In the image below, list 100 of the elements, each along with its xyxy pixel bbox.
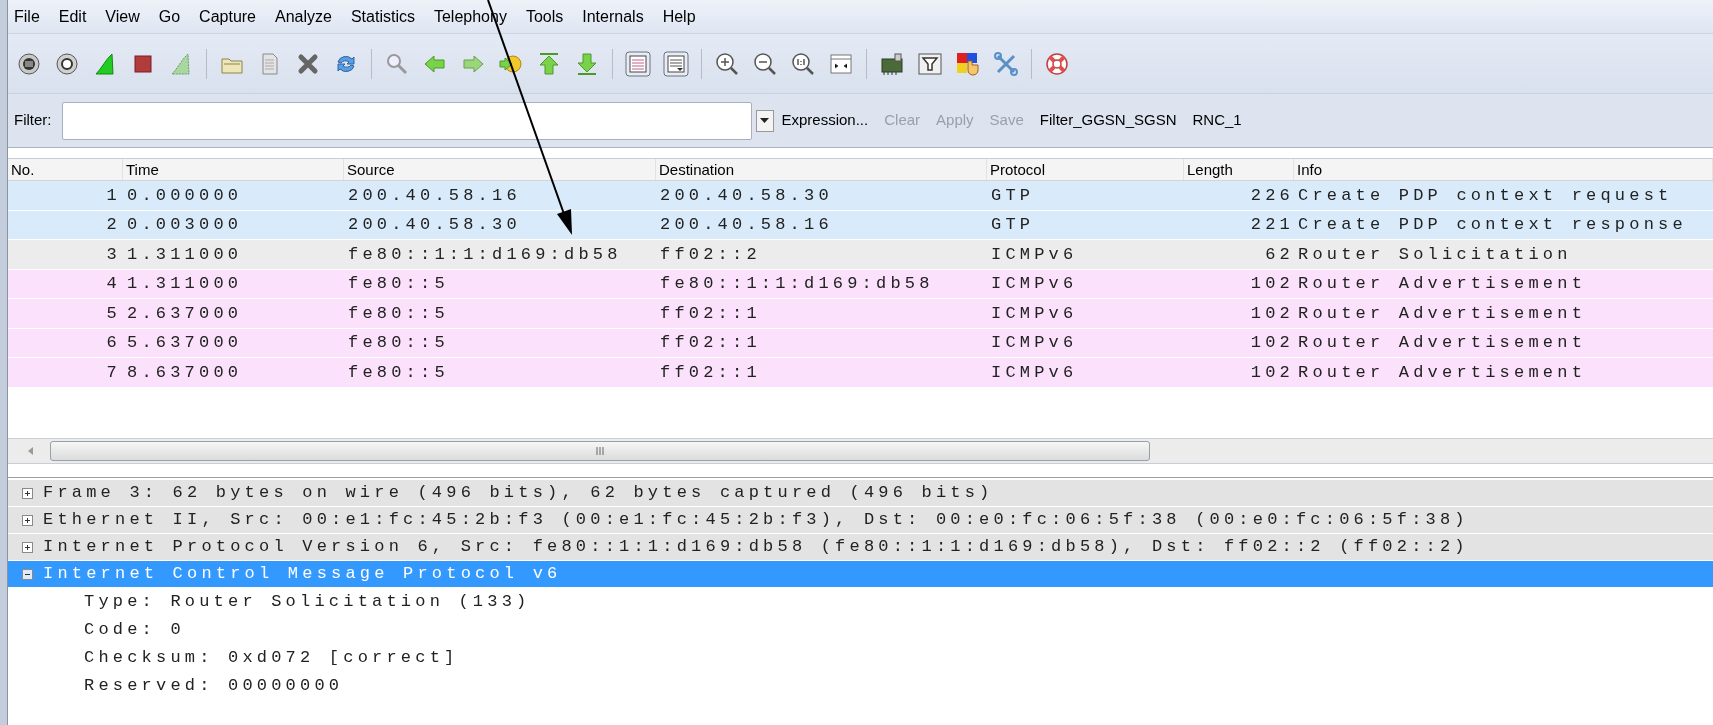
pointing-hand-icon[interactable] [955,50,981,77]
table-cell-text: 200.40.58.30 [348,214,521,236]
zoom-out-icon[interactable] [752,50,778,77]
expand-icon[interactable] [22,514,33,526]
table-cell-text: fe80::1:1:d169:db58 [660,273,934,295]
table-cell-text: fe80::5 [348,361,449,384]
saved-filter-button[interactable]: Filter_GGSN_SGSN [1039,109,1177,132]
table-cell-text: 4 [106,273,121,295]
menu-item[interactable]: Internals [582,4,644,29]
menu-item[interactable]: Capture [199,4,256,29]
table-row[interactable]: 1 0.000000 200.40.58.16 200.40.58.30 GTP 226 Create PDP context request [8,181,1713,211]
menu-item[interactable]: View [105,4,140,29]
collapse-icon[interactable] [22,568,33,580]
tree-row[interactable]: Ethernet II, Src: 00:e1:fc:45:2b:f3 (00:e1:fc:45:2b:f3), Dst: 00:e0:fc:06:5f:38 (00:e0:fc:06:5f:38) [8,507,1713,534]
column-header[interactable]: Time [123,159,344,180]
table-cell-text: 102 [1250,332,1294,354]
table-row[interactable]: 3 1.311000 fe80::1:1:d169:db58 ff02::2 ICMPv6 62 Router Solicitation [8,240,1713,270]
menu-item[interactable]: File [14,4,40,29]
table-cell-text: Router Advertisement [1298,361,1587,384]
column-header[interactable]: Protocol [987,159,1184,180]
table-cell-text: Router Advertisement [1298,302,1587,325]
table-cell-text: ff02::2 [660,243,761,266]
table-cell-text: 7 [106,361,121,384]
table-row[interactable]: 2 0.003000 200.40.58.30 200.40.58.16 GTP 221 Create PDP context response [8,210,1713,240]
tree-item-text: Reserved: 00000000 [84,675,344,698]
table-cell-text: 1 [106,184,121,207]
table-cell-text: 221 [1250,214,1294,236]
table-cell-text: ff02::1 [660,302,761,325]
expand-icon[interactable] [22,487,33,499]
table-cell-text: Router Solicitation [1298,243,1572,266]
horizontal-scrollbar[interactable] [8,438,1713,464]
caret-icon [760,118,769,123]
table-cell-text: fe80::5 [348,273,449,295]
table-cell-text: 102 [1250,361,1294,384]
table-cell-text: 2 [106,214,121,236]
tree-item-text: Ethernet II, Src: 00:e1:fc:45:2b:f3 (00:e1:fc:45:2b:f3), Dst: 00:e0:fc:06:5f:38 (00:e0:fc:06:5f:38) [43,509,1469,532]
table-cell-text: ICMPv6 [991,361,1078,384]
menu-item[interactable]: Analyze [275,4,332,29]
table-cell-text: 102 [1250,302,1294,325]
column-header[interactable]: Source [344,159,656,180]
tree-row[interactable]: Frame 3: 62 bytes on wire (496 bits), 62 bytes captured (496 bits) [8,480,1713,507]
table-cell-text: Router Advertisement [1298,332,1587,354]
tree-item-text: Internet Control Message Protocol v6 [43,563,562,586]
table-cell-text: 102 [1250,273,1294,295]
table-cell-text: Create PDP context request [1298,184,1673,207]
scrollbar-thumb[interactable] [50,441,1150,461]
table-cell-text: fe80::1:1:d169:db58 [348,243,622,266]
table-row[interactable]: 5 2.637000 fe80::5 ff02::1 ICMPv6 102 Router Advertisement [8,299,1713,329]
lifebuoy-icon[interactable] [1044,50,1070,77]
menu-item[interactable]: Tools [525,4,564,29]
table-cell-text: 0.003000 [127,214,243,236]
filter-button[interactable]: Expression... [781,109,869,132]
table-cell-text: 1.311000 [127,273,243,295]
menu-item[interactable]: Help [662,4,696,29]
table-cell-text: 1.311000 [127,243,243,266]
menu-item[interactable]: Statistics [350,4,415,29]
menu-item[interactable]: Edit [58,4,87,29]
grip-icon [595,447,605,455]
table-cell-text: 200.40.58.16 [660,214,833,236]
tree-item-text: Type: Router Solicitation (133) [84,591,531,614]
table-cell-text: ICMPv6 [991,302,1078,325]
column-header[interactable]: Info [1294,159,1713,180]
saved-filter-button[interactable]: RNC_1 [1192,109,1242,132]
table-cell-text: ICMPv6 [991,273,1078,295]
table-cell-text: GTP [991,184,1035,207]
tree-item-text: Frame 3: 62 bytes on wire (496 bits), 62 bytes captured (496 bits) [43,482,994,505]
table-cell-text: 2.637000 [127,302,243,325]
table-cell-text: ICMPv6 [991,332,1078,354]
tree-row[interactable]: Internet Protocol Version 6, Src: fe80::1:1:d169:db58 (fe80::1:1:d169:db58), Dst: ff02::2 (ff02::2) [8,534,1713,561]
tree-item-text: Internet Protocol Version 6, Src: fe80::1:1:d169:db58 (fe80::1:1:d169:db58), Dst: ff02::2 (ff02::2) [43,536,1469,559]
table-row[interactable]: 7 8.637000 fe80::5 ff02::1 ICMPv6 102 Router Advertisement [8,358,1713,388]
tree-item-text: Code: 0 [84,619,185,642]
funnel-icon[interactable] [917,50,943,77]
table-cell-text: fe80::5 [348,302,449,325]
tools-icon[interactable] [993,50,1019,77]
expand-icon[interactable] [22,541,33,553]
table-cell-text: 200.40.58.16 [348,184,521,207]
table-cell-text: 5 [106,302,121,325]
table-row[interactable]: 6 5.637000 fe80::5 ff02::1 ICMPv6 102 Router Advertisement [8,328,1713,358]
menu-item[interactable]: Go [158,4,181,29]
filter-input-field[interactable] [61,101,752,140]
table-cell-text: ICMPv6 [991,243,1078,266]
column-header[interactable]: Destination [656,159,987,180]
dropdown-button[interactable] [755,109,774,132]
network-card-icon[interactable] [879,50,905,77]
table-cell-text: 8.637000 [127,361,243,384]
table-cell-text: fe80::5 [348,332,449,354]
table-cell-text: Router Advertisement [1298,273,1587,295]
list-icon[interactable] [663,50,689,77]
column-header[interactable]: No. [8,159,123,180]
zoom-reset-icon[interactable] [790,50,816,77]
table-cell-text: 226 [1250,184,1294,207]
table-row[interactable]: 4 1.311000 fe80::5 fe80::1:1:d169:db58 ICMPv6 102 Router Advertisement [8,269,1713,299]
table-cell-text: ff02::1 [660,361,761,384]
filter-label: Filter: [14,110,52,131]
column-header[interactable]: Length [1184,159,1294,180]
table-cell-text: 3 [106,243,121,266]
zoom-in-icon[interactable] [714,50,740,77]
table-cell-text: Create PDP context response [1298,214,1687,236]
list-icon[interactable] [625,50,651,77]
